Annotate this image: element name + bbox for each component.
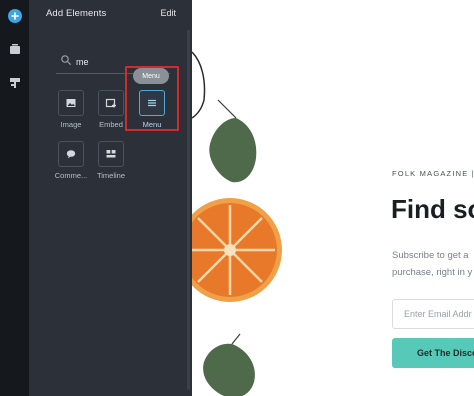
site-subcopy: Subscribe to get a purchase, right in y	[392, 247, 474, 281]
subcopy-line: purchase, right in y	[392, 267, 473, 278]
layout-icon	[10, 78, 20, 88]
pages-icon	[10, 44, 20, 54]
search-icon	[61, 55, 71, 65]
pages-button[interactable]	[5, 39, 25, 59]
site-eyebrow: FOLK MAGAZINE | O	[392, 169, 474, 178]
panel-title: Add Elements	[46, 8, 107, 19]
site-headline: Find so	[391, 194, 474, 224]
element-tile-timeline[interactable]: Timeline	[91, 141, 131, 180]
email-field[interactable]	[392, 299, 474, 329]
embed-icon	[98, 90, 124, 116]
plate-edge	[192, 51, 206, 119]
layout-button[interactable]	[5, 73, 25, 93]
leaf-bottom-icon	[203, 333, 255, 396]
element-tile-comments[interactable]: Comme...	[51, 141, 91, 180]
timeline-icon	[98, 141, 124, 167]
element-label: Timeline	[96, 171, 126, 180]
leaf-top-icon	[209, 99, 257, 183]
add-elements-button[interactable]	[5, 6, 25, 26]
panel-header: Add Elements Edit	[30, 0, 192, 28]
edit-button[interactable]: Edit	[160, 8, 176, 18]
orange-slice-icon	[192, 198, 282, 302]
left-toolbar	[0, 0, 30, 396]
add-elements-panel: Add Elements Edit Image Embed	[30, 0, 192, 396]
page-preview[interactable]: FOLK MAGAZINE | O Find so Subscribe to g…	[192, 0, 474, 396]
add-icon	[8, 9, 22, 23]
panel-scrollbar[interactable]	[187, 30, 190, 390]
element-label: Image	[60, 120, 82, 129]
element-label: Comme...	[54, 171, 88, 180]
selection-highlight	[125, 66, 179, 131]
image-icon	[58, 90, 84, 116]
subcopy-line: Subscribe to get a	[392, 250, 469, 261]
get-discount-button[interactable]: Get The Disco	[392, 338, 474, 368]
comments-icon	[58, 141, 84, 167]
element-tile-image[interactable]: Image	[51, 90, 91, 129]
